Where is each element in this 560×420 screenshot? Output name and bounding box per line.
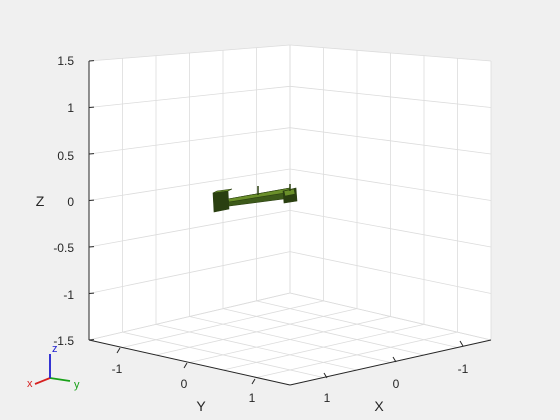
z-tick-labels: 1.5 1 0.5 0 -0.5 -1 -1.5 <box>53 54 74 348</box>
triad-x-label: x <box>27 378 33 390</box>
z-axis-label: Z <box>36 193 45 209</box>
x-tick-label: 1 <box>324 391 331 405</box>
y-tick-label: 0 <box>181 377 188 391</box>
robot-base-block[interactable] <box>212 190 230 213</box>
z-tick-label: 1.5 <box>57 54 74 68</box>
triad-x-axis <box>34 377 51 385</box>
3d-axes[interactable]: 1.5 1 0.5 0 -0.5 -1 -1.5 Z -1 0 1 Y 1 0 … <box>0 0 560 420</box>
y-axis-label: Y <box>196 398 206 414</box>
coordinate-triad: x y z <box>27 343 80 391</box>
figure-window: 1.5 1 0.5 0 -0.5 -1 -1.5 Z -1 0 1 Y 1 0 … <box>0 0 560 420</box>
triad-y-label: y <box>74 379 80 391</box>
triad-y-axis <box>49 377 71 382</box>
y-tick <box>251 378 256 385</box>
z-tick-label: 0.5 <box>57 149 74 163</box>
z-tick-label: -1 <box>63 288 74 302</box>
x-axis-label: X <box>374 398 384 414</box>
z-tick-label: 0 <box>67 195 74 209</box>
y-tick-label: -1 <box>112 362 123 376</box>
y-tick-label: 1 <box>249 391 256 405</box>
z-tick-label: 1 <box>67 101 74 115</box>
y-tick <box>116 347 121 354</box>
triad-z-label: z <box>52 343 58 355</box>
y-tick <box>183 362 188 369</box>
x-tick-label: 0 <box>393 377 400 391</box>
x-tick-label: -1 <box>458 362 469 376</box>
z-tick-label: -0.5 <box>53 241 74 255</box>
